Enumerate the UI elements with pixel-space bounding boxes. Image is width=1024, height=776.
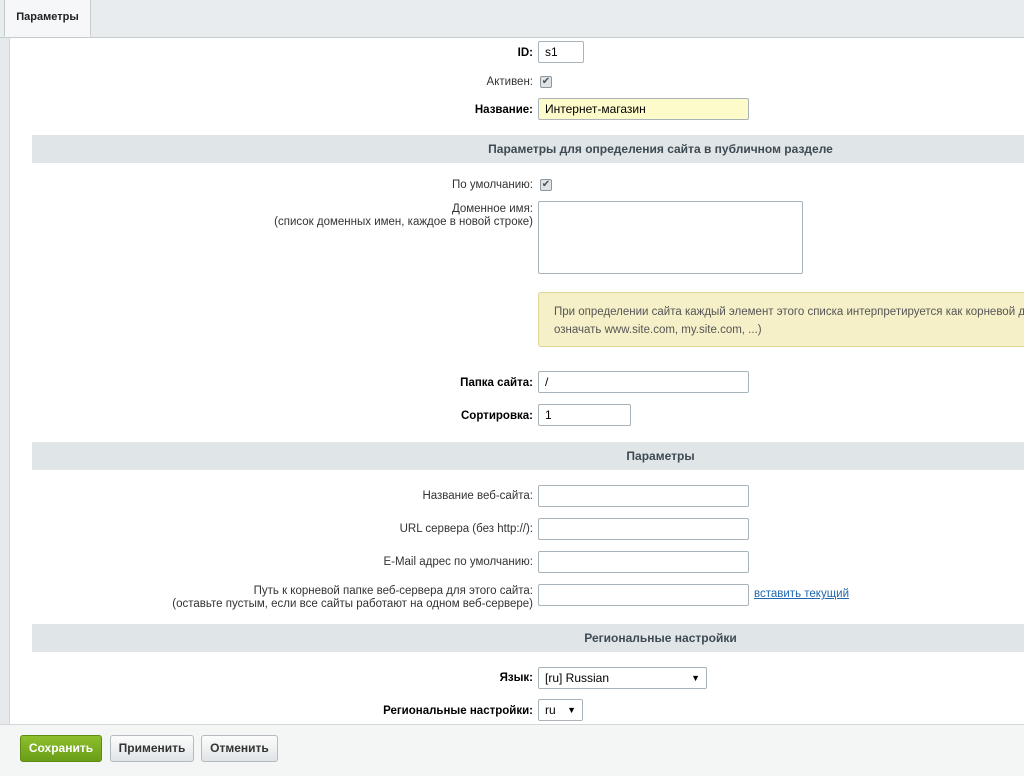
server-url-label: URL сервера (без http://): [399, 523, 533, 535]
regional-label: Региональные настройки: [383, 705, 533, 717]
tab-bar: Параметры [0, 0, 1024, 38]
server-url-field[interactable] [538, 518, 749, 540]
section-public-title: Параметры для определения сайта в публич… [488, 142, 833, 156]
language-label: Язык: [499, 672, 533, 684]
section-params-header: Параметры [32, 442, 1024, 470]
active-label: Активен: [486, 76, 533, 88]
section-params-title: Параметры [626, 449, 695, 463]
footer-toolbar: Сохранить Применить Отменить [0, 724, 1024, 776]
settings-form: ID: s1 Активен: ✔ Название: Интернет-маг… [9, 38, 1024, 724]
dropdown-arrow-icon: ▼ [567, 705, 576, 715]
section-regional-header: Региональные настройки [32, 624, 1024, 652]
root-path-hint: (оставьте пустым, если все сайты работаю… [172, 598, 533, 610]
site-name-field[interactable] [538, 485, 749, 507]
folder-label: Папка сайта: [460, 377, 533, 389]
domain-note: При определении сайта каждый элемент это… [538, 292, 1024, 347]
note-line-1: При определении сайта каждый элемент это… [554, 306, 1024, 318]
default-checkbox[interactable]: ✔ [540, 179, 552, 191]
language-select[interactable]: [ru] Russian ▼ [538, 667, 707, 689]
regional-select[interactable]: ru ▼ [538, 699, 583, 721]
id-field[interactable]: s1 [538, 41, 584, 63]
name-label: Название: [474, 104, 533, 116]
id-label: ID: [517, 47, 533, 59]
domain-textarea[interactable] [538, 201, 803, 274]
regional-select-value: ru [545, 703, 556, 717]
section-regional-title: Региональные настройки [584, 631, 737, 645]
active-checkbox[interactable]: ✔ [540, 76, 552, 88]
insert-current-link[interactable]: вставить текущий [754, 588, 849, 600]
sort-field[interactable]: 1 [538, 404, 631, 426]
language-select-value: [ru] Russian [545, 671, 610, 685]
apply-button[interactable]: Применить [110, 735, 194, 762]
default-label: По умолчанию: [452, 179, 533, 191]
cancel-button[interactable]: Отменить [201, 735, 278, 762]
email-label: E-Mail адрес по умолчанию: [383, 556, 533, 568]
note-line-2: означать www.site.com, my.site.com, ...) [554, 324, 762, 336]
site-name-label: Название веб-сайта: [422, 490, 533, 502]
folder-field[interactable]: / [538, 371, 749, 393]
domain-hint: (список доменных имен, каждое в новой ст… [274, 216, 533, 228]
section-public-header: Параметры для определения сайта в публич… [32, 135, 1024, 163]
root-path-field[interactable] [538, 584, 749, 606]
email-field[interactable] [538, 551, 749, 573]
save-button[interactable]: Сохранить [20, 735, 102, 762]
sort-label: Сортировка: [460, 410, 533, 422]
dropdown-arrow-icon: ▼ [691, 673, 700, 683]
tab-parameters[interactable]: Параметры [4, 0, 91, 37]
name-field[interactable]: Интернет-магазин [538, 98, 749, 120]
